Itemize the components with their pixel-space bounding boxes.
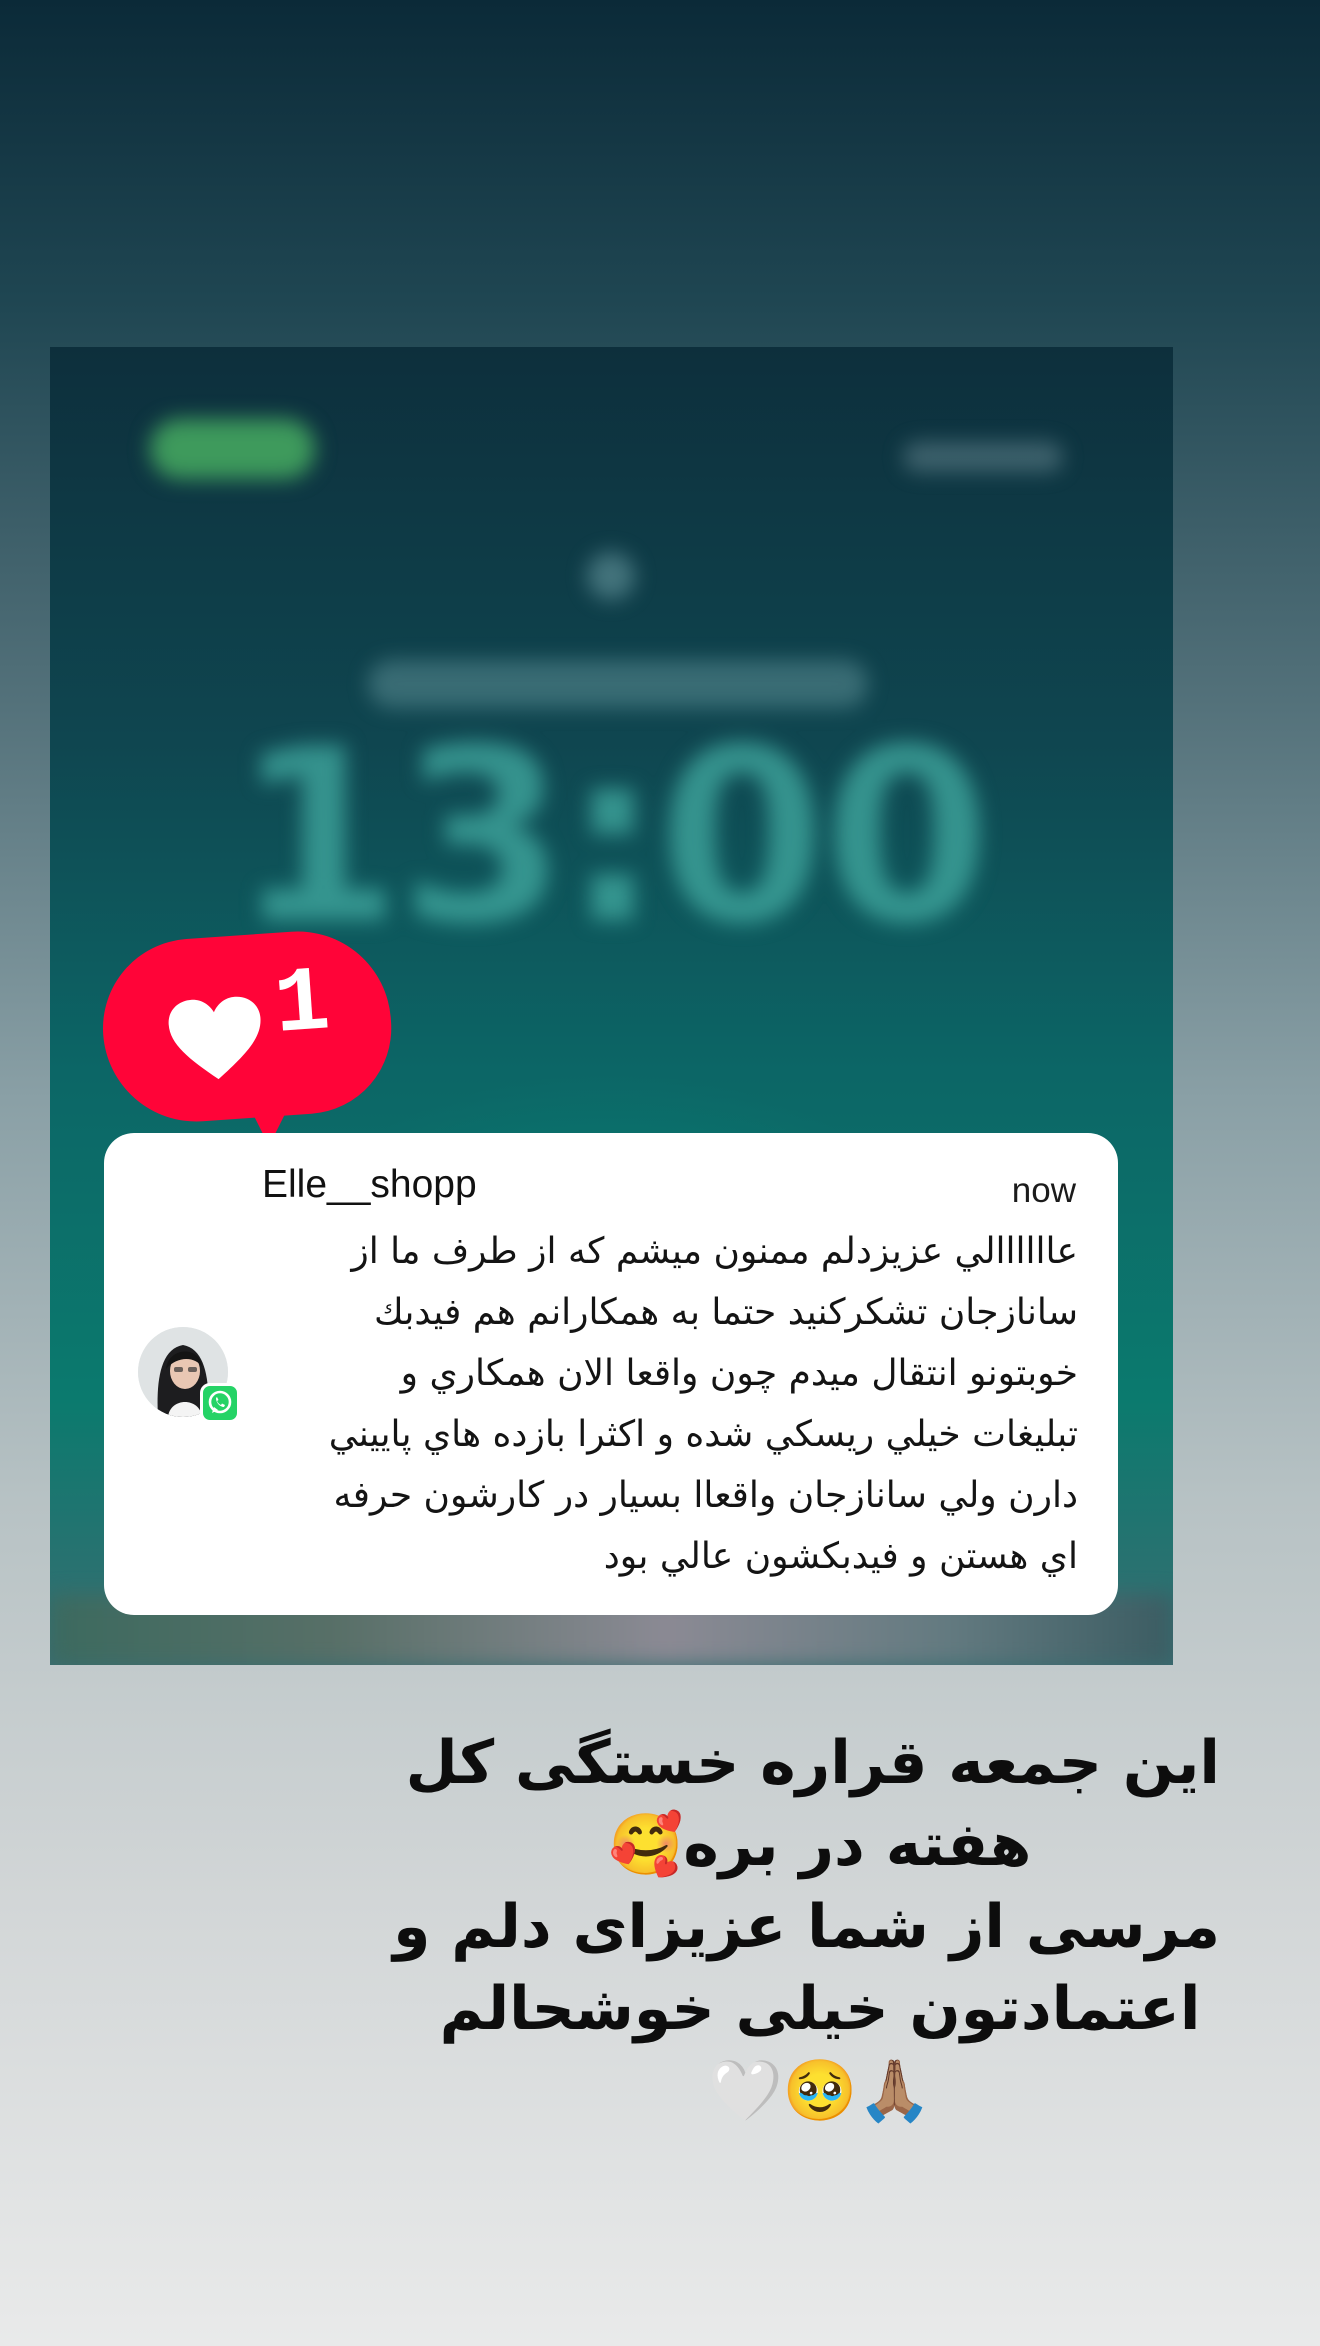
message-line: تبليغات خيلي ريسكي شده و اكثرا بازده هاي… [328, 1414, 1078, 1455]
blurred-call-pill [150, 419, 315, 479]
message-line: خوبتونو انتقال ميدم چون واقعا الان همكار… [400, 1353, 1078, 1394]
blurred-lock-icon [587, 552, 635, 600]
caption-line: این جمعه قراره خستگی کل [405, 1728, 1220, 1798]
story-caption: این جمعه قراره خستگی کل هفته در بره🥰 مرس… [393, 1722, 1220, 2132]
caption-emoji-line: 🙏🏽🥹🤍 [707, 2056, 933, 2126]
whatsapp-icon [200, 1383, 240, 1423]
message-line: سانازجان تشكركنيد حتما به همكارانم هم في… [374, 1292, 1078, 1333]
message-line: اي هستن و فيدبكشون عالي بود [603, 1536, 1078, 1577]
heart-icon [168, 996, 261, 1080]
notification-time: now [1011, 1171, 1076, 1210]
caption-line: هفته در بره🥰 [608, 1810, 1032, 1880]
notification-card[interactable]: Elle__shopp now عاااااالي عزيزدلم ممنون … [104, 1133, 1118, 1615]
blurred-clock: 13:00 [234, 697, 991, 977]
notification-sender: Elle__shopp [262, 1163, 477, 1206]
message-line: دارن ولي سانازجان واقعاا بسيار در كارشون… [333, 1475, 1078, 1516]
caption-line: اعتمادتون خیلی خوشحالم [439, 1974, 1201, 2044]
notification-message: عاااااالي عزيزدلم ممنون ميشم كه از طرف م… [254, 1221, 1078, 1587]
caption-line: مرسی از شما عزیزای دلم و [393, 1892, 1220, 1962]
like-count: 1 [271, 950, 334, 1059]
message-line: عاااااالي عزيزدلم ممنون ميشم كه از طرف م… [351, 1231, 1078, 1272]
blurred-status-icons [903, 442, 1063, 472]
